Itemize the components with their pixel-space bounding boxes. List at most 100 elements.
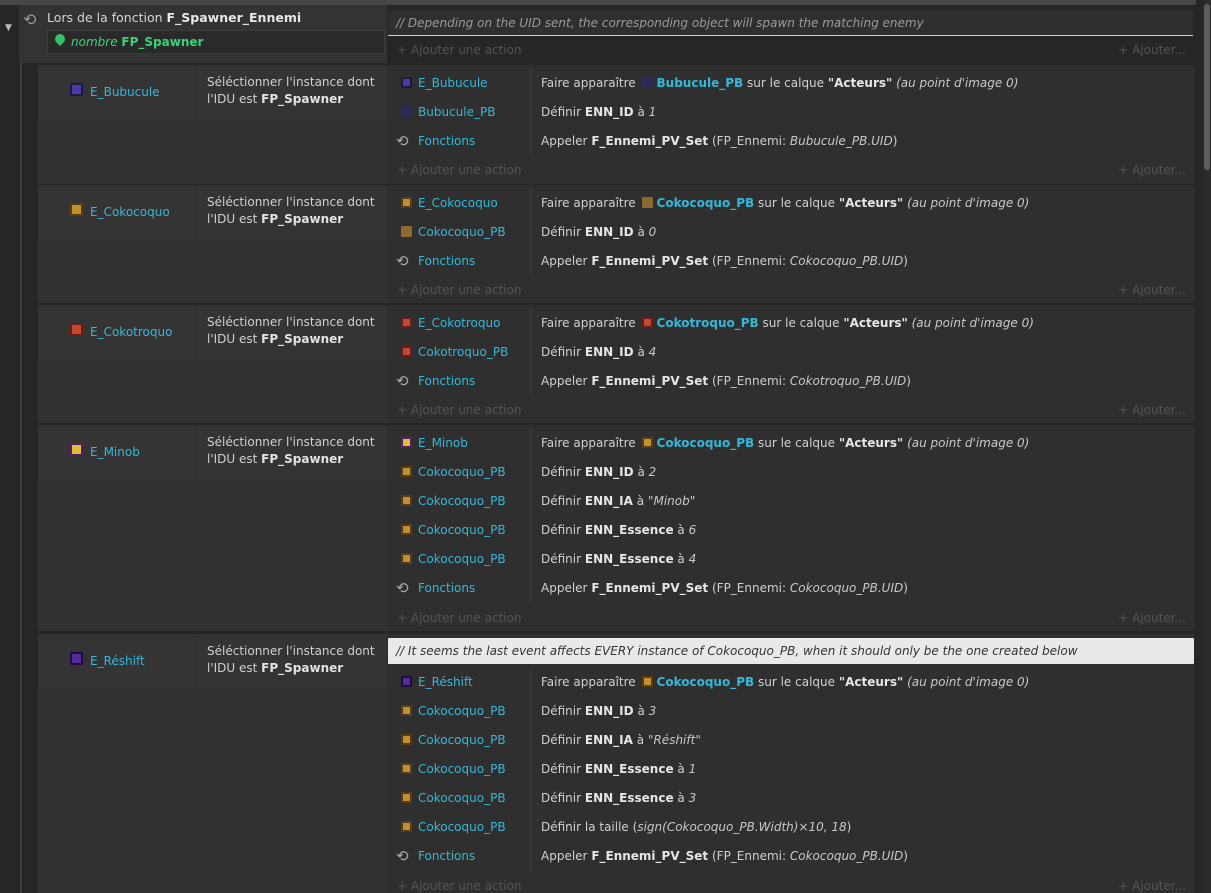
- collapse-arrow-icon[interactable]: ▼: [5, 23, 12, 33]
- function-parameter[interactable]: nombre FP_Spawner: [47, 30, 385, 54]
- action-connector: à: [637, 105, 645, 119]
- object-sprite-icon: [401, 495, 412, 506]
- function-name: F_Spawner_Ennemi: [166, 10, 302, 25]
- action-object[interactable]: Cokocoquo_PB: [396, 545, 529, 573]
- condition-param: FP_Spawner: [261, 452, 344, 466]
- action-value: 3: [648, 704, 657, 718]
- action-object[interactable]: ⟲ Fonctions: [396, 247, 529, 275]
- action-object[interactable]: Cokocoquo_PB: [396, 755, 529, 783]
- action-object-name: Cokocoquo_PB: [418, 523, 506, 537]
- condition-object[interactable]: E_Réshift: [38, 635, 196, 689]
- action-connector: à: [677, 762, 685, 776]
- condition-object[interactable]: E_Cokocoquo: [38, 186, 196, 240]
- action-value: Cokotroquo_PB.UID: [789, 374, 907, 388]
- comment-reshift[interactable]: // It seems the last event affects EVERY…: [388, 638, 1194, 664]
- scrollbar-thumb[interactable]: [1204, 4, 1210, 170]
- spawn-target: Cokotroquo_PB: [656, 316, 759, 330]
- target-sprite-icon: [641, 77, 653, 88]
- enemy-sprite-icon: [70, 323, 83, 336]
- action-value: Cokocoquo_PB.UID: [789, 849, 904, 863]
- action-object[interactable]: ⟲ Fonctions: [396, 574, 529, 602]
- action-connector: à: [677, 791, 685, 805]
- add-action-link[interactable]: + Ajouter une action: [397, 611, 522, 625]
- add-action-link[interactable]: + Ajouter une action: [397, 403, 522, 417]
- action-object[interactable]: Cokocoquo_PB: [396, 516, 529, 544]
- condition-object[interactable]: E_Cokotroquo: [38, 306, 196, 360]
- add-more-link[interactable]: + Ajouter...: [1100, 879, 1186, 893]
- condition-text[interactable]: Séléctionner l'instance dont l'IDU est FP…: [198, 66, 387, 120]
- condition-prefix: l'IDU est: [207, 212, 262, 226]
- action-value: Cokocoquo_PB.UID: [789, 581, 904, 595]
- action-object[interactable]: E_Réshift: [396, 668, 529, 696]
- add-more-link[interactable]: + Ajouter...: [1100, 43, 1186, 57]
- action-text: Définir ENN_ID à 3: [541, 697, 656, 725]
- spawn-target: Cokocoquo_PB: [656, 675, 755, 689]
- action-object[interactable]: E_Cokocoquo: [396, 189, 529, 217]
- condition-param: FP_Spawner: [261, 332, 344, 346]
- condition-text[interactable]: Séléctionner l'instance dont l'IDU est FP…: [198, 635, 387, 689]
- comment-top[interactable]: // Depending on the UID sent, the corres…: [388, 10, 1193, 36]
- condition-line-2: l'IDU est FP_Spawner: [207, 331, 387, 348]
- action-verb: Définir: [541, 552, 582, 566]
- condition-line-2: l'IDU est FP_Spawner: [207, 451, 387, 468]
- action-value: 3: [688, 791, 697, 805]
- add-more-link[interactable]: + Ajouter...: [1100, 611, 1186, 625]
- function-call-name: F_Ennemi_PV_Set: [591, 849, 709, 863]
- add-action-link[interactable]: + Ajouter une action: [397, 879, 522, 893]
- action-object[interactable]: Cokocoquo_PB: [396, 784, 529, 812]
- action-object[interactable]: Cokocoquo_PB: [396, 726, 529, 754]
- action-object[interactable]: Cokocoquo_PB: [396, 487, 529, 515]
- action-object[interactable]: ⟲ Fonctions: [396, 842, 529, 870]
- action-verb: Définir: [541, 225, 582, 239]
- action-verb: Définir: [541, 733, 582, 747]
- action-connector: à: [637, 345, 645, 359]
- variable-name: ENN_IA: [584, 494, 633, 508]
- action-value: "Réshift": [647, 733, 701, 747]
- image-point-note: (au point d'image 0): [907, 675, 1030, 689]
- parameter-name: FP_Spawner: [121, 35, 204, 49]
- action-object[interactable]: Cokocoquo_PB: [396, 697, 529, 725]
- add-action-link[interactable]: + Ajouter une action: [397, 163, 522, 177]
- condition-object[interactable]: E_Minob: [38, 426, 196, 480]
- action-verb: Faire apparaître: [541, 196, 636, 210]
- action-object[interactable]: Cokocoquo_PB: [396, 458, 529, 486]
- image-point-note: (au point d'image 0): [907, 436, 1030, 450]
- action-object[interactable]: Cokotroquo_PB: [396, 338, 529, 366]
- action-object-name: Fonctions: [418, 374, 476, 388]
- add-action-link[interactable]: + Ajouter une action: [397, 283, 522, 297]
- action-object[interactable]: E_Minob: [396, 429, 529, 457]
- spawn-target: Cokocoquo_PB: [656, 196, 755, 210]
- location-pin-icon: [52, 31, 68, 47]
- add-action-link[interactable]: + Ajouter une action: [397, 43, 522, 57]
- action-object[interactable]: E_Bubucule: [396, 69, 529, 97]
- action-verb: Faire apparaître: [541, 675, 636, 689]
- action-object[interactable]: Cokocoquo_PB: [396, 218, 529, 246]
- action-object[interactable]: Bubucule_PB: [396, 98, 529, 126]
- condition-text[interactable]: Séléctionner l'instance dont l'IDU est FP…: [198, 306, 387, 360]
- condition-text[interactable]: Séléctionner l'instance dont l'IDU est FP…: [198, 426, 387, 480]
- condition-object-name: E_Réshift: [90, 654, 145, 668]
- action-object[interactable]: E_Cokotroquo: [396, 309, 529, 337]
- condition-text[interactable]: Séléctionner l'instance dont l'IDU est FP…: [198, 186, 387, 240]
- condition-object[interactable]: E_Bubucule: [38, 66, 196, 120]
- action-object-name: Cokocoquo_PB: [418, 791, 506, 805]
- action-text: Faire apparaître Cokocoquo_PB sur le cal…: [541, 429, 1029, 457]
- variable-name: ENN_Essence: [584, 762, 674, 776]
- loop-function-icon: ⟲: [396, 847, 409, 865]
- layer-name: "Acteurs": [838, 436, 904, 450]
- condition-line-1: Séléctionner l'instance dont: [207, 644, 375, 658]
- action-text: Appeler F_Ennemi_PV_Set (FP_Ennemi: Coko…: [541, 842, 908, 870]
- action-object[interactable]: Cokocoquo_PB: [396, 813, 529, 841]
- add-more-link[interactable]: + Ajouter...: [1100, 163, 1186, 177]
- action-object[interactable]: ⟲ Fonctions: [396, 127, 529, 155]
- action-text: Faire apparaître Cokocoquo_PB sur le cal…: [541, 189, 1029, 217]
- action-object[interactable]: ⟲ Fonctions: [396, 367, 529, 395]
- action-verb: Définir: [541, 105, 582, 119]
- paren-close: ): [903, 849, 908, 863]
- object-sprite-icon: [401, 821, 412, 832]
- action-connector: (FP_Ennemi:: [711, 849, 787, 863]
- add-more-link[interactable]: + Ajouter...: [1100, 283, 1186, 297]
- object-sprite-icon: [401, 553, 412, 564]
- spawn-target: Bubucule_PB: [656, 76, 744, 90]
- add-more-link[interactable]: + Ajouter...: [1100, 403, 1186, 417]
